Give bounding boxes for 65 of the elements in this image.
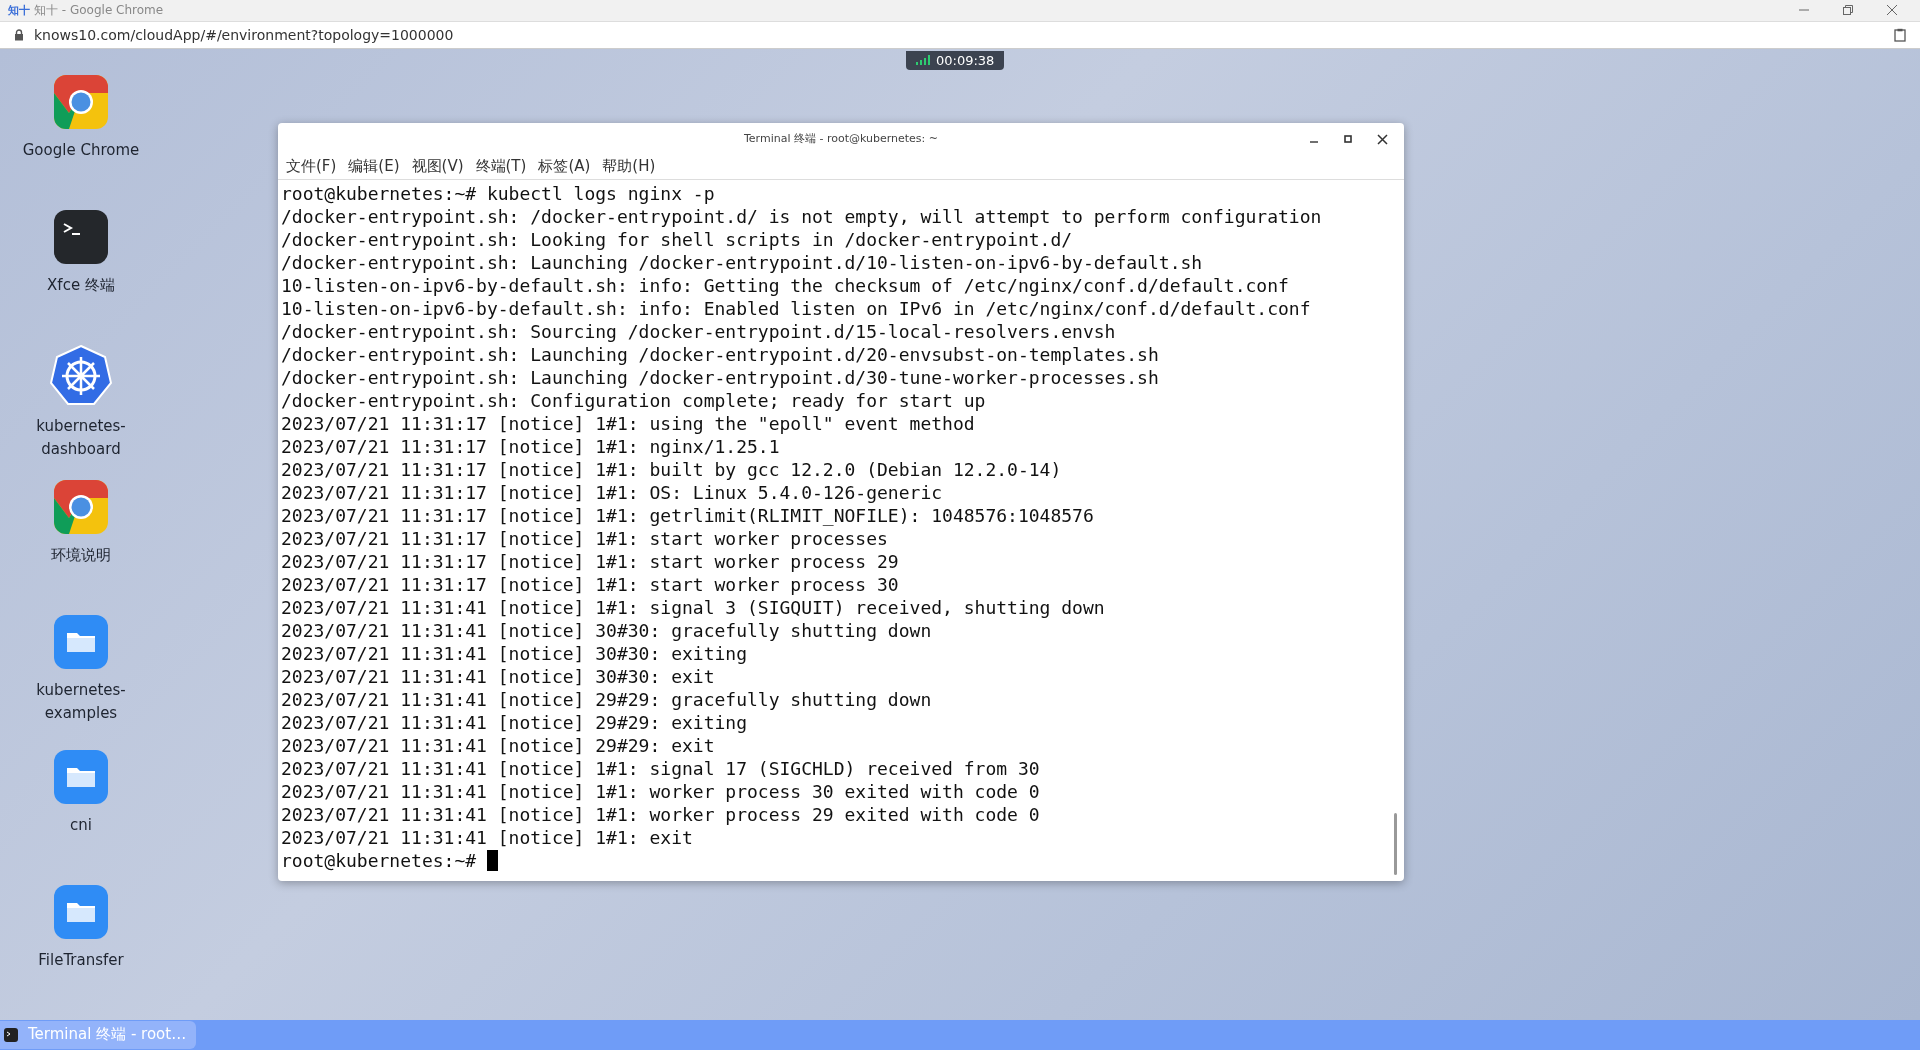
menu-item[interactable]: 编辑(E) <box>348 157 400 177</box>
terminal-line: 2023/07/21 11:31:41 [notice] 1#1: worker process 29 exited with code 0 <box>281 802 1041 826</box>
terminal-prompt: root@kubernetes:~# <box>281 848 477 872</box>
desktop-icon-label[interactable]: Google Chrome <box>16 138 146 162</box>
terminal-icon[interactable] <box>54 209 108 264</box>
terminal-line: 10-listen-on-ipv6-by-default.sh: info: Getting the checksum of /etc/nginx/conf.d/default.conf <box>281 273 1290 297</box>
lock-icon <box>14 28 24 41</box>
window-title: 知十 - Google Chrome <box>34 1 164 19</box>
terminal-line: /docker-entrypoint.sh: Launching /docker-entrypoint.d/20-envsubst-on-templates.sh <box>281 342 1160 366</box>
folder-icon[interactable] <box>54 749 108 804</box>
desktop-icon-label[interactable]: Xfce 终端 <box>16 273 146 297</box>
menu-item[interactable]: 视图(V) <box>411 157 464 177</box>
terminal-line: 2023/07/21 11:31:41 [notice] 30#30: exiting <box>281 641 748 665</box>
terminal-line: 2023/07/21 11:31:17 [notice] 1#1: nginx/1.25.1 <box>281 434 781 458</box>
menu-item[interactable]: 终端(T) <box>475 157 527 177</box>
terminal-line: 2023/07/21 11:31:17 [notice] 1#1: start worker process 29 <box>281 549 900 573</box>
terminal-line: /docker-entrypoint.sh: Configuration complete; ready for start up <box>281 388 987 412</box>
folder-icon[interactable] <box>54 884 108 939</box>
terminal-line: 2023/07/21 11:31:41 [notice] 1#1: exit <box>281 825 694 849</box>
menu-item[interactable]: 帮助(H) <box>602 157 656 177</box>
terminal-line: 2023/07/21 11:31:41 [notice] 29#29: gracefully shutting down <box>281 687 933 711</box>
terminal-line: 10-listen-on-ipv6-by-default.sh: info: Enabled listen on IPv6 in /etc/nginx/conf.d/default.conf <box>281 296 1312 320</box>
signal-icon <box>916 55 930 66</box>
favicon: 知十 <box>8 2 30 18</box>
desktop-icon-label[interactable]: FileTransfer <box>16 948 146 972</box>
desktop-icon-label[interactable]: kubernetes-examples <box>16 678 146 725</box>
menu-item[interactable]: 文件(F) <box>286 157 337 177</box>
chrome-icon[interactable] <box>54 74 108 129</box>
url-text: knows10.com/cloudApp/#/environment?topology=1000000 <box>34 26 454 43</box>
terminal-title: Terminal 终端 - root@kubernetes: ~ <box>743 131 939 147</box>
terminal-line: 2023/07/21 11:31:41 [notice] 30#30: gracefully shutting down <box>281 618 933 642</box>
terminal-line: /docker-entrypoint.sh: Sourcing /docker-entrypoint.d/15-local-resolvers.envsh <box>281 319 1117 343</box>
desktop-icon-label[interactable]: kubernetes-dashboard <box>16 414 146 461</box>
terminal-line: root@kubernetes:~# kubectl logs nginx -p <box>281 181 716 205</box>
maximize-icon[interactable] <box>1343 133 1353 144</box>
timer-text: 00:09:38 <box>936 52 995 68</box>
close-icon[interactable] <box>1377 133 1388 145</box>
terminal-line: 2023/07/21 11:31:17 [notice] 1#1: getrlimit(RLIMIT_NOFILE): 1048576:1048576 <box>281 503 1095 527</box>
terminal-line: 2023/07/21 11:31:17 [notice] 1#1: using the "epoll" event method <box>281 411 976 435</box>
text-cursor <box>487 849 499 871</box>
terminal-line: 2023/07/21 11:31:41 [notice] 1#1: signal 3 (SIGQUIT) received, shutting down <box>281 595 1106 619</box>
address-bar[interactable]: knows10.com/cloudApp/#/environment?topology=1000000 <box>0 20 1920 49</box>
terminal-line: 2023/07/21 11:31:17 [notice] 1#1: start worker process 30 <box>281 572 900 596</box>
terminal-line: 2023/07/21 11:31:17 [notice] 1#1: OS: Linux 5.4.0-126-generic <box>281 480 944 504</box>
helm-wheel-icon[interactable] <box>50 344 112 405</box>
terminal-icon <box>4 1027 18 1042</box>
restore-icon[interactable] <box>1842 4 1854 17</box>
terminal-line: 2023/07/21 11:31:17 [notice] 1#1: start worker processes <box>281 526 889 550</box>
terminal-line: 2023/07/21 11:31:41 [notice] 1#1: signal 17 (SIGCHLD) received from 30 <box>281 756 1041 780</box>
scrollbar-thumb[interactable] <box>1394 812 1397 875</box>
chrome-icon[interactable] <box>54 479 108 534</box>
terminal-line: /docker-entrypoint.sh: Launching /docker-entrypoint.d/10-listen-on-ipv6-by-default.sh <box>281 250 1204 274</box>
terminal-line: 2023/07/21 11:31:41 [notice] 29#29: exit <box>281 733 716 757</box>
terminal-line: 2023/07/21 11:31:17 [notice] 1#1: built by gcc 12.2.0 (Debian 12.2.0-14) <box>281 457 1063 481</box>
menu-item[interactable]: 标签(A) <box>538 157 591 177</box>
desktop-icon-label[interactable]: cni <box>16 813 146 837</box>
terminal-line: /docker-entrypoint.sh: /docker-entrypoint.d/ is not empty, will attempt to perform configuration <box>281 204 1323 228</box>
terminal-line: /docker-entrypoint.sh: Launching /docker-entrypoint.d/30-tune-worker-processes.sh <box>281 365 1160 389</box>
terminal-line: /docker-entrypoint.sh: Looking for shell scripts in /docker-entrypoint.d/ <box>281 227 1074 251</box>
folder-icon[interactable] <box>54 614 108 669</box>
terminal-line: 2023/07/21 11:31:41 [notice] 29#29: exiting <box>281 710 748 734</box>
desktop-icon-label[interactable]: 环境说明 <box>16 543 146 567</box>
clipboard-icon[interactable] <box>1894 27 1906 42</box>
terminal-line: 2023/07/21 11:31:41 [notice] 1#1: worker process 30 exited with code 0 <box>281 779 1041 803</box>
terminal-line: 2023/07/21 11:31:41 [notice] 30#30: exit <box>281 664 716 688</box>
